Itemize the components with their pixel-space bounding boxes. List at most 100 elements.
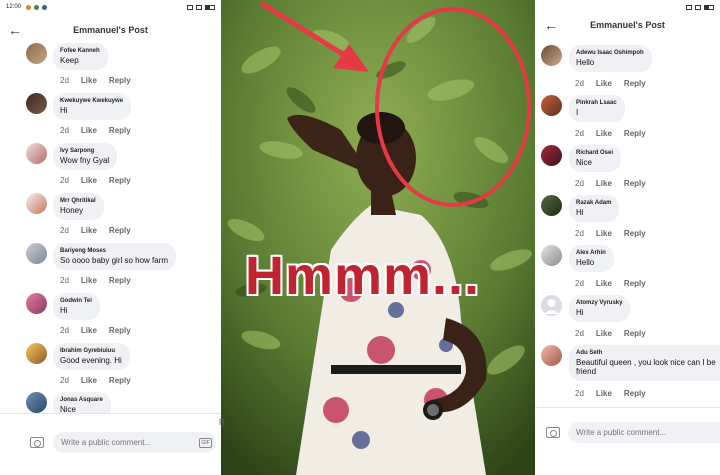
comment-time: 2d xyxy=(60,376,69,385)
like-button[interactable]: Like xyxy=(596,389,612,398)
reply-button[interactable]: Reply xyxy=(109,126,131,135)
commenter-name[interactable]: Mrr Qhritikal xyxy=(60,198,96,204)
comment-bubble[interactable]: Godwin Tei Hi xyxy=(53,293,100,320)
avatar[interactable] xyxy=(26,143,47,164)
like-button[interactable]: Like xyxy=(81,276,97,285)
commenter-name[interactable]: Fofee Kanneh xyxy=(60,48,100,54)
commenter-name[interactable]: Ivy Sarpong xyxy=(60,148,109,154)
avatar[interactable] xyxy=(26,93,47,114)
reply-button[interactable]: Reply xyxy=(109,276,131,285)
avatar[interactable] xyxy=(541,295,562,316)
commenter-name[interactable]: Kwekuywe Kwekuywe xyxy=(60,98,123,104)
reply-button[interactable]: Reply xyxy=(624,279,646,288)
avatar[interactable] xyxy=(26,392,47,413)
like-button[interactable]: Like xyxy=(596,179,612,188)
avatar[interactable] xyxy=(541,195,562,216)
comment-bubble[interactable]: Razak Adam Hi xyxy=(569,195,620,222)
reply-button[interactable]: Reply xyxy=(109,226,131,235)
commenter-name[interactable]: Alex Arhin xyxy=(576,250,606,256)
like-button[interactable]: Like xyxy=(596,79,612,88)
avatar[interactable] xyxy=(541,145,562,166)
comment-time: 2d xyxy=(60,276,69,285)
reply-button[interactable]: Reply xyxy=(624,179,646,188)
like-button[interactable]: Like xyxy=(81,376,97,385)
comment-time: 2d xyxy=(575,179,584,188)
avatar[interactable] xyxy=(541,95,562,116)
comment-text-line: Beautiful queen , you look nice can I be xyxy=(576,358,716,367)
commenter-name[interactable]: Ibrahim Gyrebiuiuu xyxy=(60,348,122,354)
avatar[interactable] xyxy=(541,345,562,366)
like-button[interactable]: Like xyxy=(596,129,612,138)
comment-time: 2d xyxy=(575,329,584,338)
comment-time: 2d xyxy=(60,176,69,185)
avatar[interactable] xyxy=(26,243,47,264)
camera-icon[interactable] xyxy=(546,427,560,438)
reply-button[interactable]: Reply xyxy=(109,76,131,85)
avatar[interactable] xyxy=(26,193,47,214)
comment-text: Hi xyxy=(576,308,584,317)
comment-bubble[interactable]: Fofee Kanneh Keep xyxy=(53,43,108,70)
comment-text: Good evening. Hi xyxy=(60,356,122,365)
comment-bubble[interactable]: Bariyeng Moses So oooo baby girl so how … xyxy=(53,243,177,270)
post-title: Emmanuel's Post xyxy=(73,25,148,35)
commenter-name[interactable]: Bariyeng Moses xyxy=(60,248,168,254)
avatar[interactable] xyxy=(541,245,562,266)
comment-actions: 2d Like Reply xyxy=(575,179,646,188)
reply-button[interactable]: Reply xyxy=(109,176,131,185)
avatar[interactable] xyxy=(26,43,47,64)
right-comments-panel: ← Emmanuel's Post Adewu Isaac Oshimpoh H… xyxy=(535,0,720,475)
like-button[interactable]: Like xyxy=(81,226,97,235)
commenter-name[interactable]: Pinkrah Lsaac xyxy=(576,100,617,106)
commenter-name[interactable]: Adewu Isaac Oshimpoh xyxy=(576,50,644,56)
commenter-name[interactable]: Adu Seth xyxy=(576,350,716,356)
comment-bubble[interactable]: Adu Seth Beautiful queen , you look nice… xyxy=(569,345,720,381)
reply-button[interactable]: Reply xyxy=(109,326,131,335)
like-button[interactable]: Like xyxy=(81,76,97,85)
avatar[interactable] xyxy=(541,45,562,66)
reply-button[interactable]: Reply xyxy=(624,129,646,138)
commenter-name[interactable]: Jonas Asquare xyxy=(60,397,103,403)
like-button[interactable]: Like xyxy=(596,329,612,338)
like-button[interactable]: Like xyxy=(81,326,97,335)
comment-time: 2d xyxy=(575,129,584,138)
like-button[interactable]: Like xyxy=(596,279,612,288)
comment-bubble[interactable]: Adewu Isaac Oshimpoh Hello xyxy=(569,45,652,72)
comment-bubble[interactable]: Ivy Sarpong Wow fny Gyal xyxy=(53,143,118,170)
like-button[interactable]: Like xyxy=(81,176,97,185)
comment-bubble[interactable]: Kwekuywe Kwekuywe Hi xyxy=(53,93,132,120)
photo-image xyxy=(221,0,535,475)
avatar[interactable] xyxy=(26,293,47,314)
comment-bubble[interactable]: Pinkrah Lsaac I xyxy=(569,95,625,122)
avatar[interactable] xyxy=(26,343,47,364)
reply-button[interactable]: Reply xyxy=(624,329,646,338)
comment-bubble[interactable]: Ibrahim Gyrebiuiuu Good evening. Hi xyxy=(53,343,130,370)
reply-button[interactable]: Reply xyxy=(624,389,646,398)
comment-text: Wow fny Gyal xyxy=(60,156,110,165)
comment-bubble[interactable]: Atomzy Vyrusky Hi xyxy=(569,295,631,322)
status-time: 12:00 xyxy=(6,4,22,10)
comment-actions: 2d Like Reply xyxy=(60,76,131,85)
commenter-name[interactable]: Razak Adam xyxy=(576,200,611,206)
comment-text: Hi xyxy=(60,106,68,115)
comment-actions: 2d Like Reply xyxy=(60,126,131,135)
comment-input[interactable] xyxy=(53,432,216,453)
comment-input[interactable] xyxy=(568,422,720,443)
gif-icon[interactable]: GIF xyxy=(199,438,212,448)
camera-icon[interactable] xyxy=(30,437,44,448)
battery-icon xyxy=(205,4,215,10)
reply-button[interactable]: Reply xyxy=(109,376,131,385)
back-arrow-icon[interactable]: ← xyxy=(8,23,22,37)
comment-bubble[interactable]: Mrr Qhritikal Honey xyxy=(53,193,104,220)
comment-bubble[interactable]: Richard Osei Nice xyxy=(569,145,622,172)
commenter-name[interactable]: Richard Osei xyxy=(576,150,613,156)
back-arrow-icon[interactable]: ← xyxy=(544,18,558,32)
like-button[interactable]: Like xyxy=(81,126,97,135)
like-button[interactable]: Like xyxy=(596,229,612,238)
commenter-name[interactable]: Godwin Tei xyxy=(60,298,92,304)
reply-button[interactable]: Reply xyxy=(624,79,646,88)
facebook-icon xyxy=(42,4,48,10)
photo-caption: Hmmm... xyxy=(245,246,481,306)
comment-bubble[interactable]: Alex Arhin Hello xyxy=(569,245,614,272)
reply-button[interactable]: Reply xyxy=(624,229,646,238)
commenter-name[interactable]: Atomzy Vyrusky xyxy=(576,300,622,306)
